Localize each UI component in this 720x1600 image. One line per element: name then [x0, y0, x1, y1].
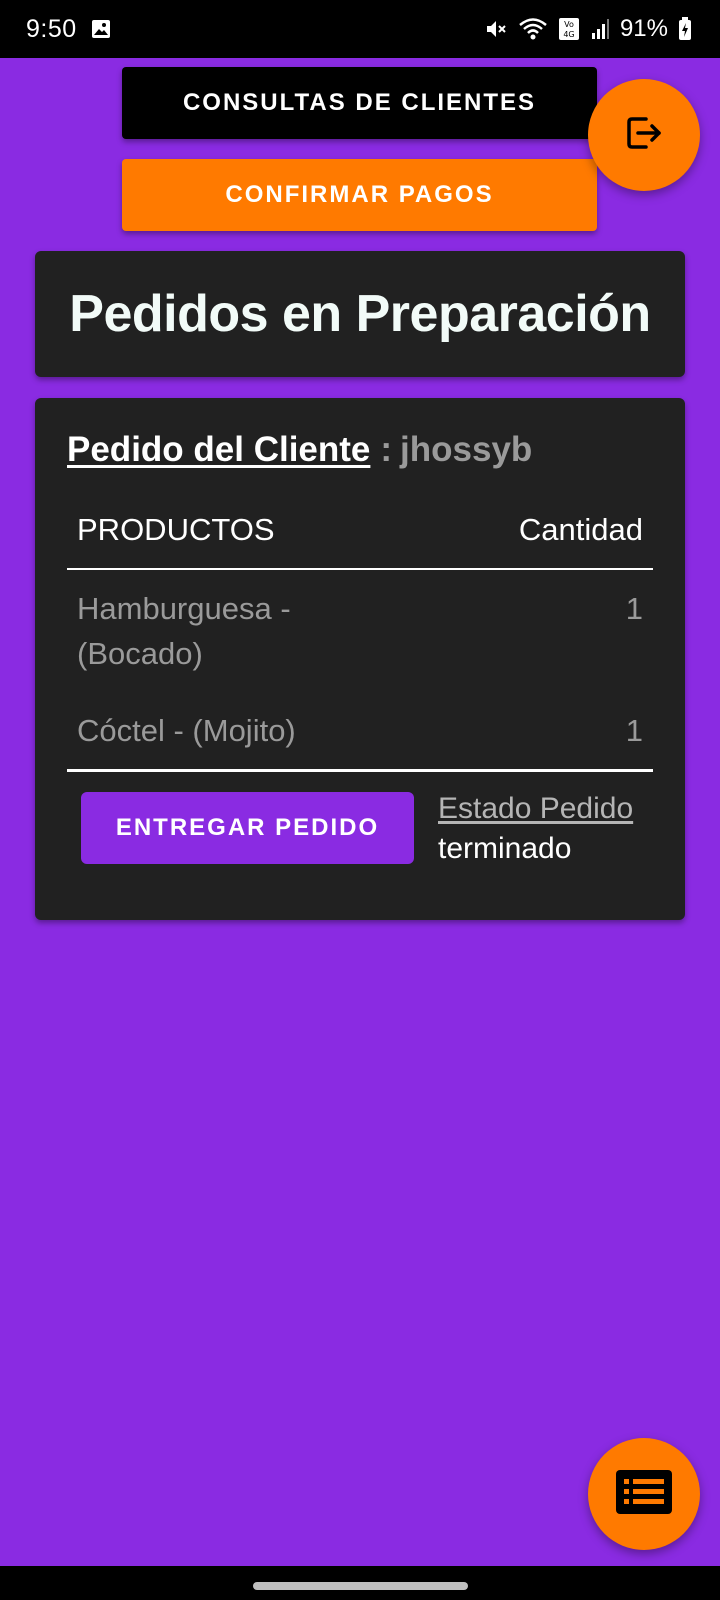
status-right: Vo 4G 91% — [484, 15, 692, 43]
table-divider — [67, 769, 653, 772]
order-header-separator: : — [380, 430, 393, 469]
svg-text:4G: 4G — [563, 30, 574, 39]
svg-text:Vo: Vo — [564, 20, 574, 29]
orders-list-button[interactable] — [588, 1438, 700, 1550]
home-handle[interactable] — [253, 1582, 468, 1590]
product-quantity: 1 — [625, 713, 643, 748]
status-time: 9:50 — [26, 14, 77, 43]
status-left: 9:50 — [26, 15, 111, 44]
column-header-quantity: Cantidad — [518, 512, 643, 547]
order-header: Pedido del Cliente : jhossyb — [67, 430, 653, 470]
product-name: Hamburguesa - (Bocado) — [77, 591, 291, 671]
product-name: Cóctel - (Mojito) — [77, 713, 296, 748]
mute-icon — [484, 17, 508, 41]
table-row: Hamburguesa - (Bocado) 1 — [67, 586, 653, 676]
navigation-bar — [0, 1566, 720, 1600]
logout-icon — [622, 111, 666, 160]
status-bar: 9:50 Vo 4G 91% — [0, 0, 720, 58]
volte-icon: Vo 4G — [558, 17, 580, 41]
order-footer: ENTREGAR PEDIDO Estado Pedido terminado — [67, 792, 653, 866]
order-status-value: terminado — [438, 832, 572, 865]
page-title: Pedidos en Preparación — [69, 285, 651, 343]
image-icon — [91, 19, 111, 39]
signal-icon — [590, 18, 610, 40]
table-header: PRODUCTOS Cantidad — [67, 512, 653, 570]
consultas-clientes-button[interactable]: CONSULTAS DE CLIENTES — [122, 67, 597, 139]
order-status-label[interactable]: Estado Pedido — [438, 792, 633, 826]
order-card: Pedido del Cliente : jhossyb PRODUCTOS C… — [35, 398, 685, 920]
confirmar-pagos-button[interactable]: CONFIRMAR PAGOS — [122, 159, 597, 231]
wifi-icon — [518, 17, 548, 41]
client-name: jhossyb — [400, 430, 533, 469]
list-icon — [614, 1468, 674, 1521]
product-quantity: 1 — [625, 591, 643, 626]
column-header-product: PRODUCTOS — [77, 512, 275, 547]
order-header-label: Pedido del Cliente — [67, 430, 371, 469]
table-row: Cóctel - (Mojito) 1 — [67, 708, 653, 753]
logout-button[interactable] — [588, 79, 700, 191]
entregar-pedido-button[interactable]: ENTREGAR PEDIDO — [81, 792, 414, 864]
battery-charging-icon — [678, 17, 692, 41]
order-status: Estado Pedido terminado — [438, 792, 633, 866]
title-card: Pedidos en Preparación — [35, 251, 685, 377]
battery-percent: 91% — [619, 15, 668, 42]
